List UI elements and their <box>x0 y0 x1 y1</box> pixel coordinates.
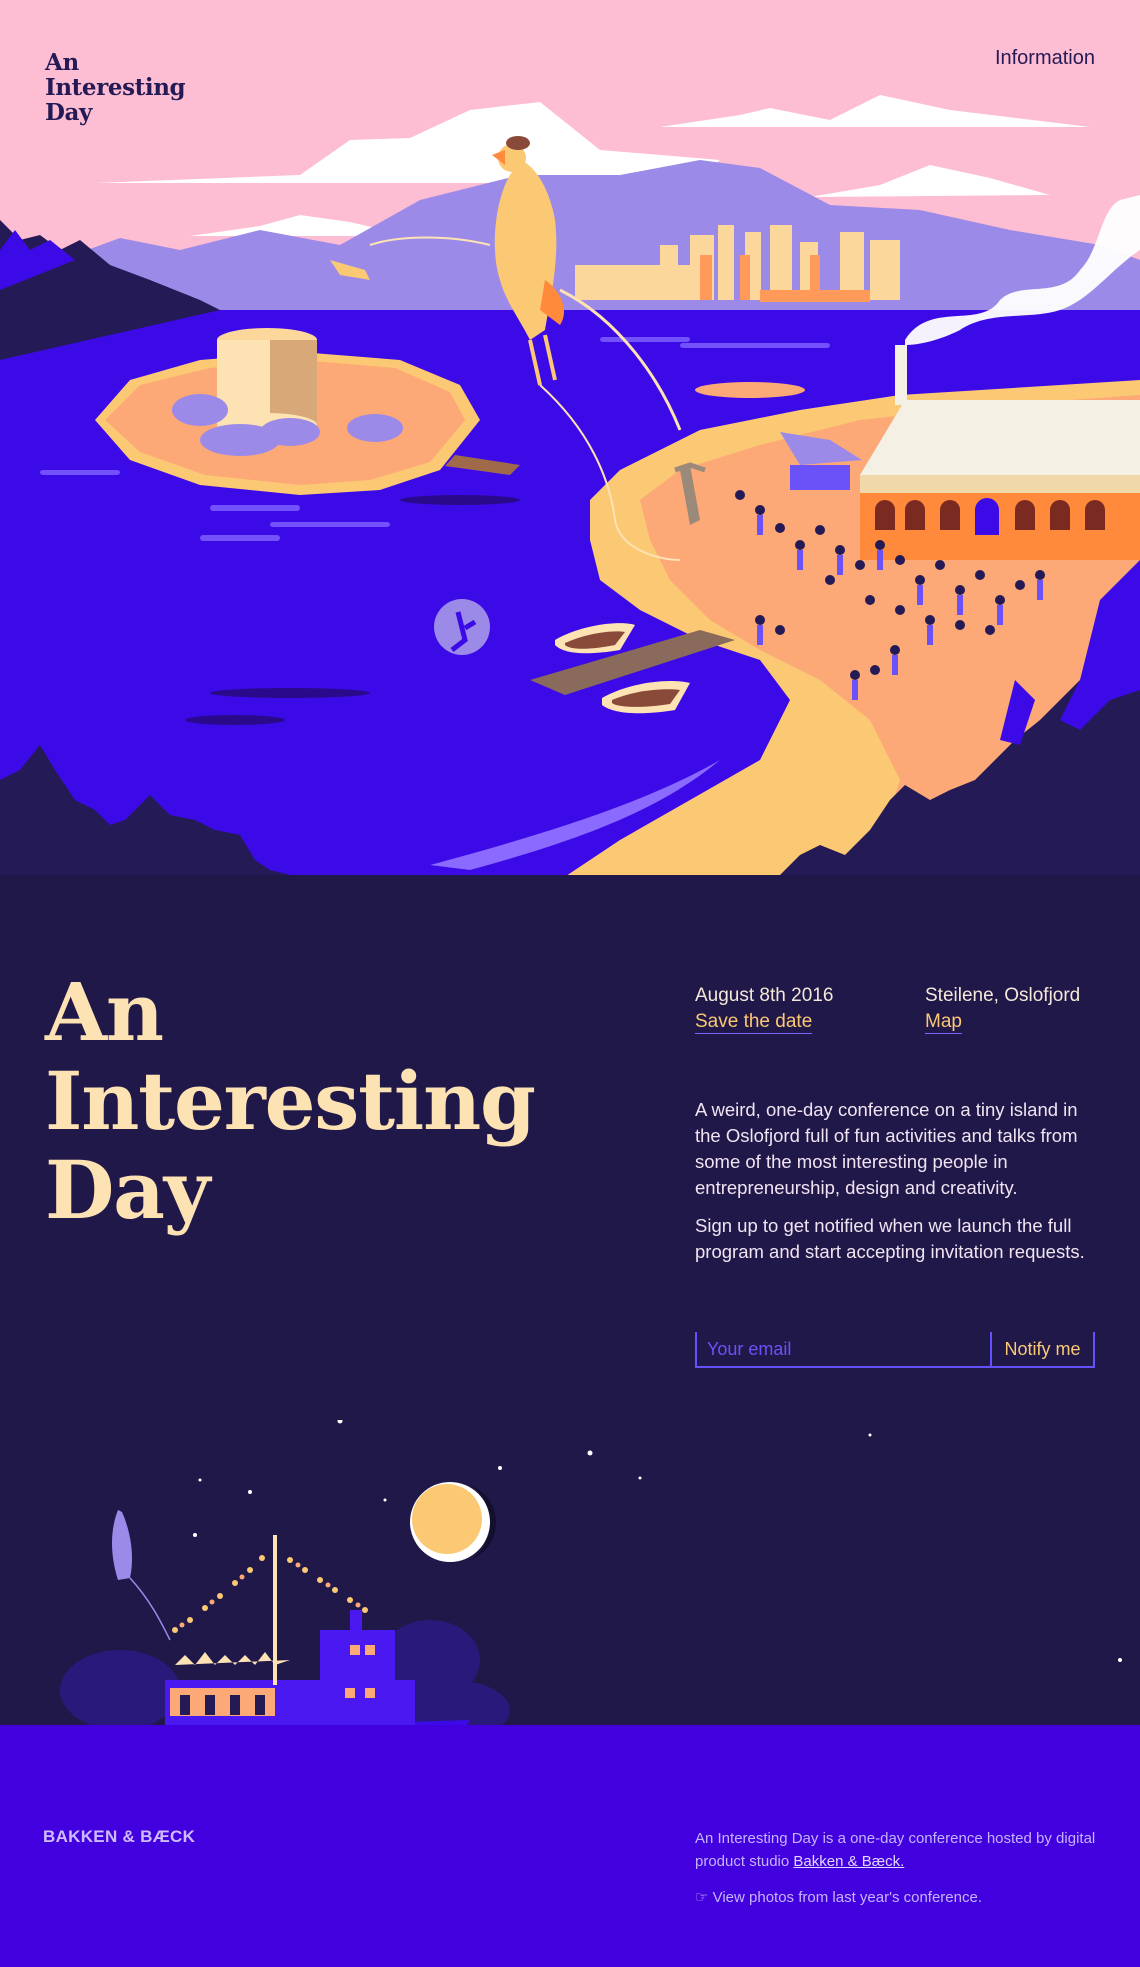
email-input[interactable] <box>695 1332 990 1368</box>
event-location-block: Steilene, Oslofjord Map <box>925 983 1080 1035</box>
logo-line: Interesting <box>45 74 186 101</box>
bakken-baeck-link[interactable]: Bakken & Bæck. <box>793 1853 904 1870</box>
page-title: An Interesting Day <box>45 968 605 1235</box>
signup-form: Notify me <box>695 1332 1095 1370</box>
map-link[interactable]: Map <box>925 1011 962 1034</box>
nav-information-link[interactable]: Information <box>995 47 1095 70</box>
event-description: A weird, one-day conference on a tiny is… <box>695 1097 1095 1277</box>
footer-hosted-text: An Interesting Day is a one-day conferen… <box>695 1827 1115 1873</box>
hero-illustration <box>0 0 1140 880</box>
event-date-block: August 8th 2016 Save the date <box>695 983 833 1035</box>
view-photos-link[interactable]: ☞ View photos from last year's conferenc… <box>695 1888 982 1906</box>
title-line: Interesting <box>45 1054 536 1148</box>
description-paragraph: A weird, one-day conference on a tiny is… <box>695 1099 1078 1198</box>
site-logo[interactable]: An Interesting Day <box>45 50 205 125</box>
studio-brand[interactable]: BAKKEN & BÆCK <box>43 1827 195 1847</box>
title-line: An <box>45 965 164 1059</box>
logo-line: Day <box>45 99 93 126</box>
event-date: August 8th 2016 <box>695 985 834 1006</box>
event-location: Steilene, Oslofjord <box>925 985 1081 1006</box>
notify-me-button[interactable]: Notify me <box>990 1332 1095 1368</box>
description-paragraph: Sign up to get notified when we launch t… <box>695 1215 1085 1262</box>
save-the-date-link[interactable]: Save the date <box>695 1011 813 1034</box>
logo-line: An <box>45 49 79 76</box>
stars <box>193 1420 1122 1662</box>
title-line: Day <box>45 1143 210 1237</box>
